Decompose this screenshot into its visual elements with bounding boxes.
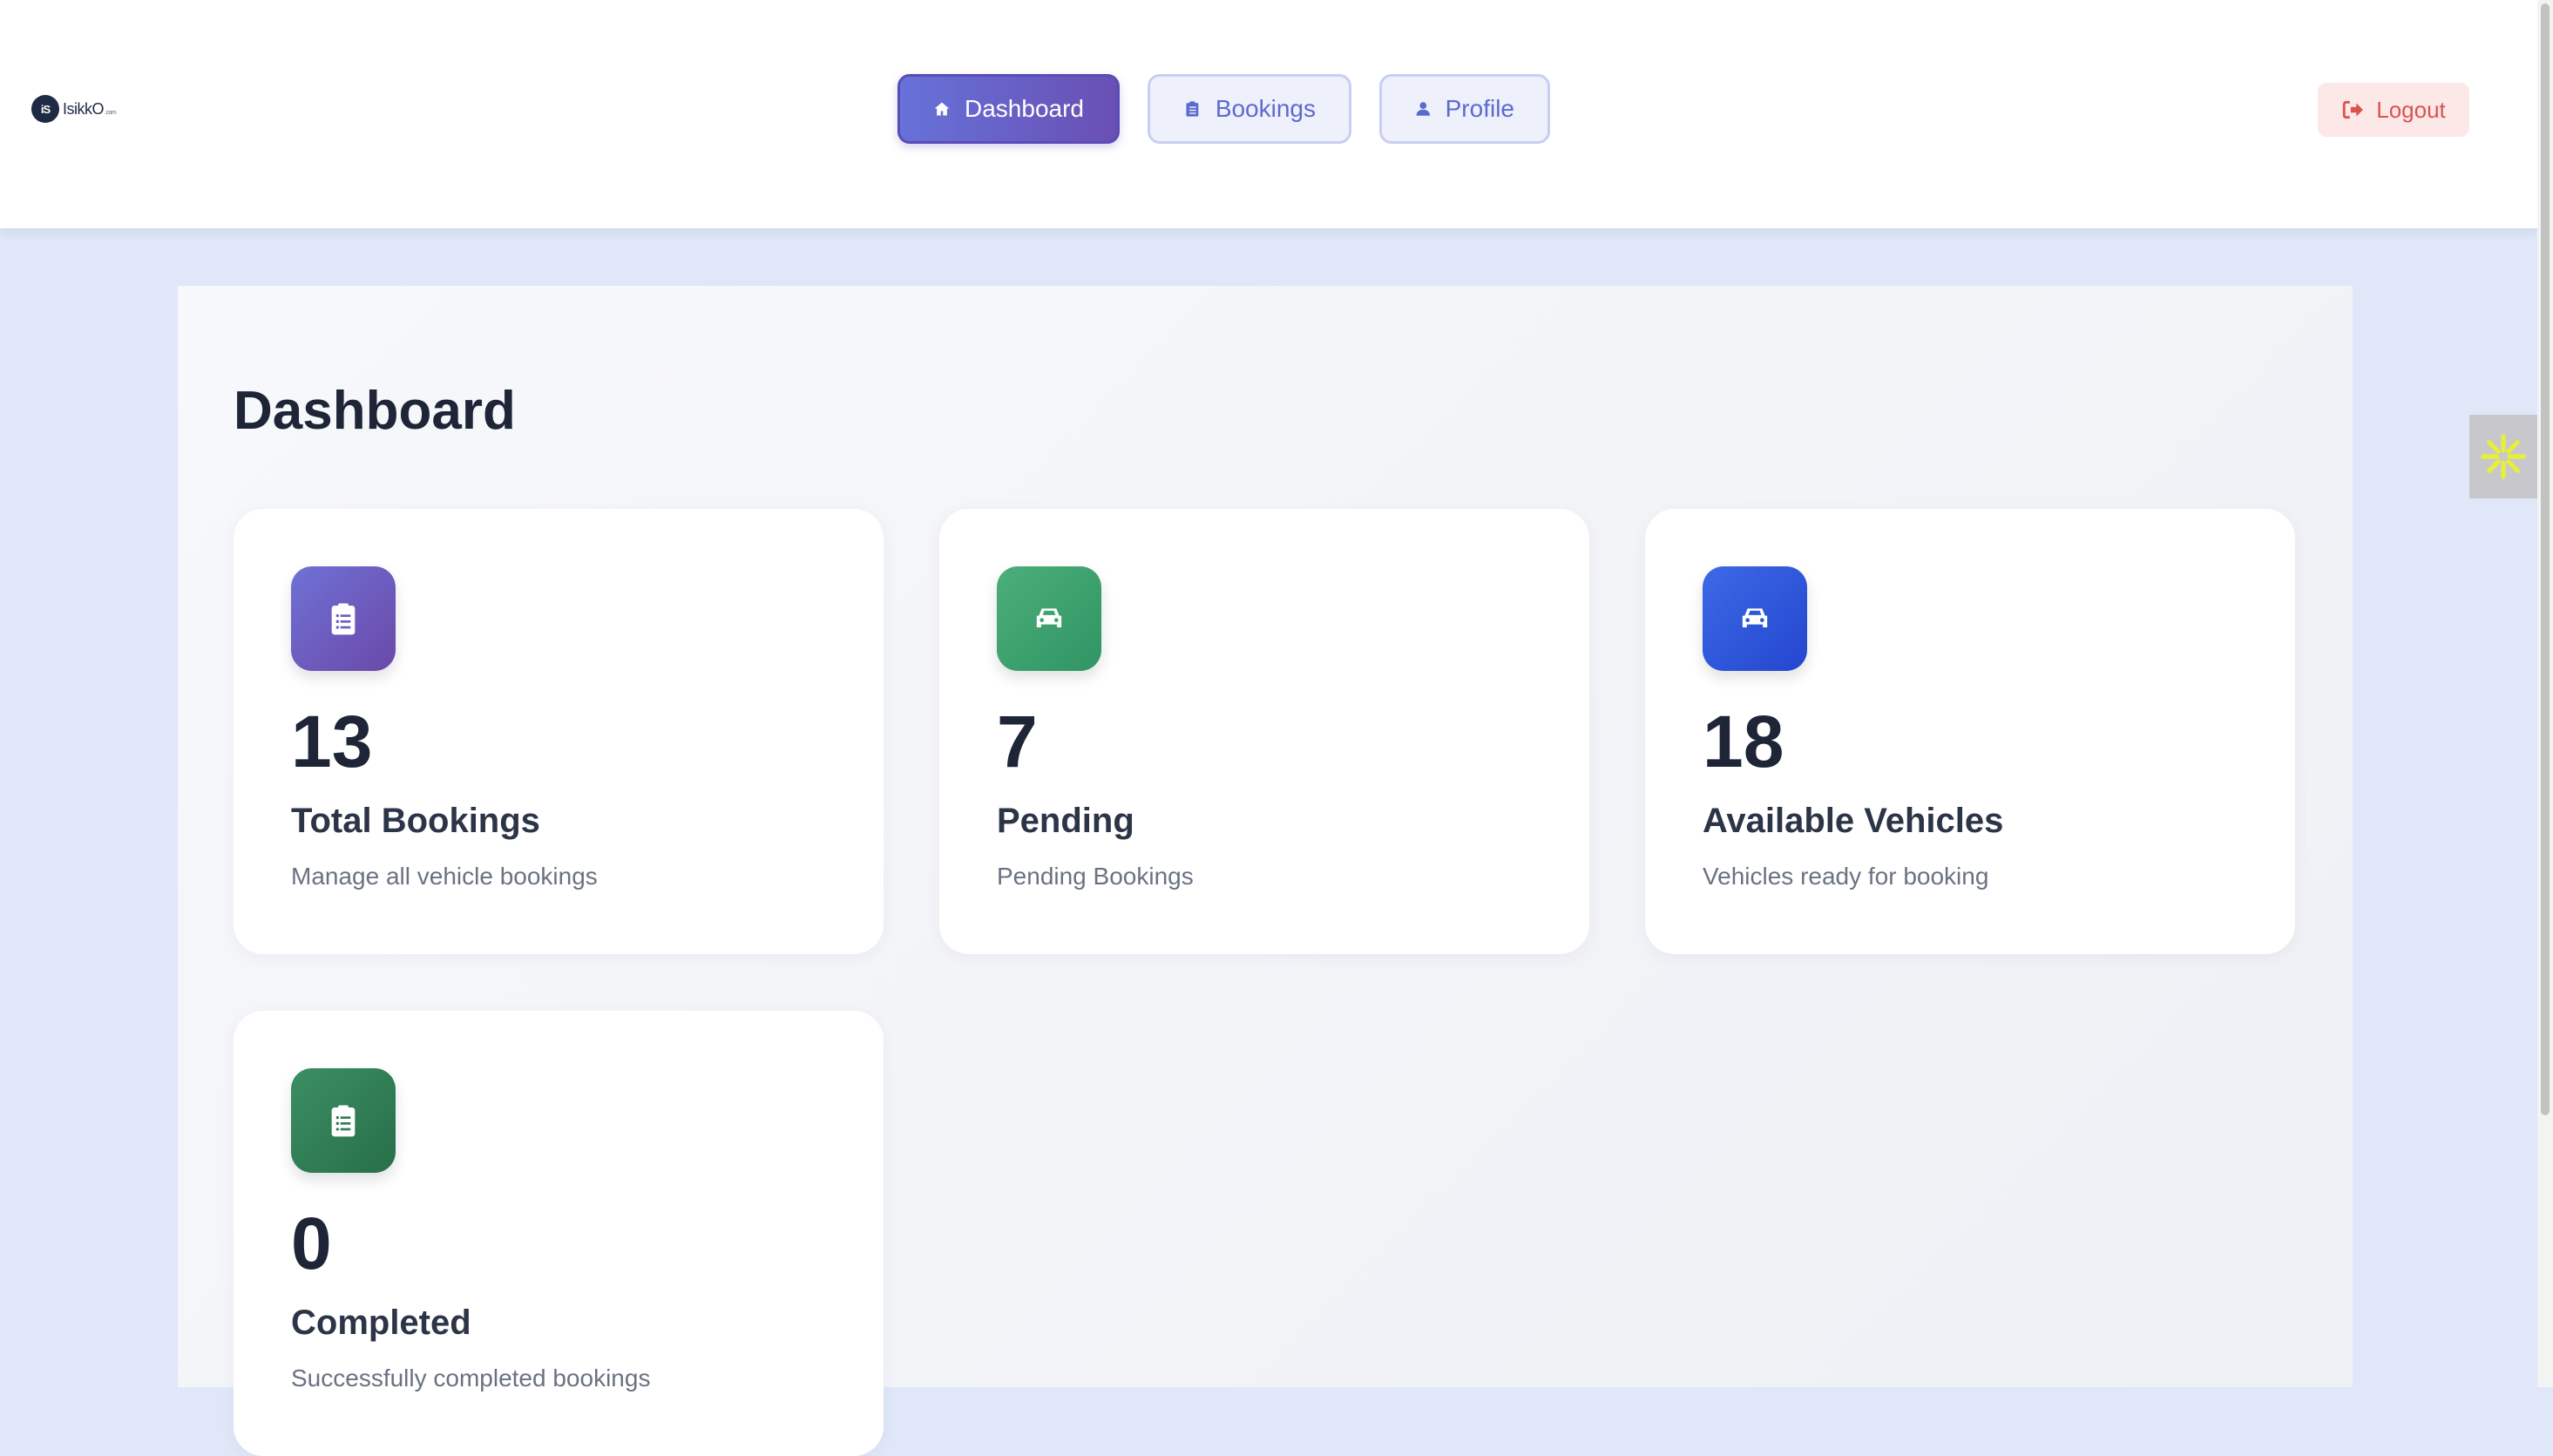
logo-mark: iS	[31, 95, 59, 123]
sign-out-icon	[2343, 100, 2364, 119]
car-icon	[1036, 608, 1062, 627]
sparkle-icon	[2481, 434, 2526, 479]
stat-card-available-vehicles[interactable]: 18 Available Vehicles Vehicles ready for…	[1645, 509, 2295, 954]
card-label: Completed	[291, 1304, 471, 1342]
main-nav: Dashboard Bookings Profile	[897, 74, 1550, 144]
clipboard-list-icon	[331, 1105, 356, 1137]
card-icon-tile	[291, 1068, 396, 1173]
logout-button[interactable]: Logout	[2318, 83, 2469, 137]
home-icon	[934, 102, 950, 116]
main-content: Dashboard 13 Total Bookings Manage all v…	[178, 286, 2353, 1456]
nav-profile-button[interactable]: Profile	[1379, 74, 1550, 144]
logo-text: IsikkO.com	[63, 99, 117, 119]
card-icon-tile	[1703, 566, 1807, 671]
card-icon-tile	[291, 566, 396, 671]
stat-card-pending[interactable]: 7 Pending Pending Bookings	[939, 509, 1589, 954]
page-title: Dashboard	[234, 381, 516, 441]
user-icon	[1416, 102, 1431, 116]
card-description: Successfully completed bookings	[291, 1365, 651, 1392]
logo-suffix: .com	[105, 109, 117, 116]
card-label: Total Bookings	[291, 802, 540, 840]
logo-name: IsikkO	[63, 99, 105, 118]
card-value: 13	[291, 701, 373, 782]
nav-dashboard-label: Dashboard	[965, 95, 1084, 122]
card-icon-tile	[997, 566, 1101, 671]
nav-bookings-label: Bookings	[1215, 95, 1316, 122]
clipboard-list-icon	[331, 603, 356, 635]
card-value: 7	[997, 701, 1038, 782]
nav-profile-label: Profile	[1445, 95, 1514, 122]
stat-card-completed[interactable]: 0 Completed Successfully completed booki…	[234, 1011, 884, 1456]
brand-logo[interactable]: iS IsikkO.com	[31, 94, 117, 124]
scrollbar-thumb[interactable]	[2541, 3, 2550, 1115]
nav-bookings-button[interactable]: Bookings	[1148, 74, 1351, 144]
card-label: Available Vehicles	[1703, 802, 2004, 840]
card-value: 0	[291, 1202, 332, 1284]
vertical-scrollbar[interactable]	[2537, 0, 2553, 1387]
side-widget-button[interactable]	[2469, 415, 2537, 498]
clipboard-icon	[1186, 101, 1199, 117]
card-description: Manage all vehicle bookings	[291, 863, 598, 890]
card-value: 18	[1703, 701, 1784, 782]
top-header: iS IsikkO.com Dashboard Bookings Profile…	[0, 0, 2537, 228]
card-label: Pending	[997, 802, 1134, 840]
stat-card-total-bookings[interactable]: 13 Total Bookings Manage all vehicle boo…	[234, 509, 884, 954]
logout-label: Logout	[2376, 96, 2446, 123]
card-description: Pending Bookings	[997, 863, 1194, 890]
nav-dashboard-button[interactable]: Dashboard	[897, 74, 1120, 144]
card-description: Vehicles ready for booking	[1703, 863, 1989, 890]
car-icon	[1742, 608, 1768, 627]
